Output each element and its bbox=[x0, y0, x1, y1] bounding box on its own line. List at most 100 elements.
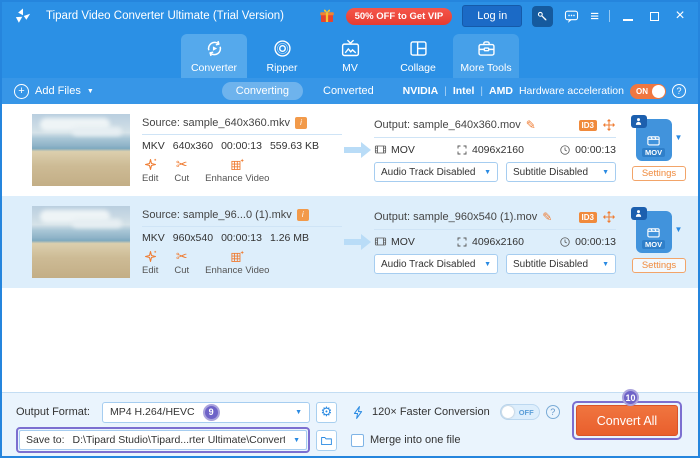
maximize-button[interactable] bbox=[646, 9, 662, 24]
output-format-icon[interactable]: MOV bbox=[636, 119, 672, 161]
folder-icon bbox=[320, 434, 333, 447]
film-clap-icon bbox=[646, 225, 661, 240]
file-list: Source: sample_640x360.mkv i MKV 640x360… bbox=[2, 104, 698, 392]
info-icon[interactable]: i bbox=[297, 209, 309, 221]
vip-offer-badge[interactable]: 50% OFF to Get VIP bbox=[346, 8, 453, 25]
mv-tv-icon bbox=[340, 38, 361, 59]
menu-button[interactable]: ≡ bbox=[590, 8, 599, 25]
rename-pencil-icon[interactable]: ✎ bbox=[526, 118, 536, 132]
audio-track-dropdown[interactable]: Audio Track Disabled ▼ bbox=[374, 254, 498, 274]
add-files-button[interactable]: + Add Files ▼ bbox=[14, 84, 94, 99]
chevron-down-icon[interactable]: ▼ bbox=[675, 133, 683, 142]
tab-converter[interactable]: Converter bbox=[181, 34, 247, 78]
format-badge-icon bbox=[631, 115, 647, 128]
convert-all-button[interactable]: Convert All bbox=[576, 405, 678, 436]
window-title: Tipard Video Converter Ultimate (Trial V… bbox=[46, 10, 284, 22]
tab-converting[interactable]: Converting bbox=[222, 82, 303, 100]
format-badge-label: MOV bbox=[642, 148, 665, 157]
subtitle-dropdown[interactable]: Subtitle Disabled ▼ bbox=[506, 254, 616, 274]
help-icon[interactable]: ? bbox=[672, 84, 686, 98]
tab-mv[interactable]: MV bbox=[317, 34, 383, 78]
login-button[interactable]: Log in bbox=[462, 5, 522, 27]
plus-circle-icon: + bbox=[14, 84, 29, 99]
divider bbox=[374, 137, 616, 138]
merge-checkbox[interactable] bbox=[351, 434, 364, 447]
source-resolution: 960x540 bbox=[173, 232, 213, 244]
output-format-dropdown[interactable]: MP4 H.264/HEVC 9 ▼ bbox=[102, 402, 310, 423]
register-key-button[interactable] bbox=[532, 6, 553, 27]
cut-button[interactable]: ✂ Cut bbox=[174, 157, 189, 184]
profile-settings-button[interactable]: Settings bbox=[632, 166, 686, 181]
right-arrow-icon bbox=[344, 231, 372, 253]
file-row[interactable]: Source: sample_96...0 (1).mkv i MKV 960x… bbox=[2, 196, 698, 288]
format-settings-button[interactable]: ⚙ bbox=[316, 402, 337, 423]
close-button[interactable]: × bbox=[672, 11, 688, 21]
key-icon bbox=[536, 10, 549, 23]
minimize-icon bbox=[623, 19, 633, 21]
chevron-down-icon: ▼ bbox=[596, 169, 609, 176]
format-badge-label: MOV bbox=[642, 240, 665, 249]
edit-button[interactable]: Edit bbox=[142, 249, 158, 276]
scissors-icon: ✂ bbox=[176, 157, 188, 172]
id3-badge[interactable]: ID3 bbox=[579, 120, 597, 131]
output-format: MOV bbox=[391, 144, 415, 156]
output-format-icon[interactable]: MOV bbox=[636, 211, 672, 253]
output-duration: 00:00:13 bbox=[575, 236, 616, 248]
convert-all-annotation: Convert All bbox=[572, 401, 682, 440]
ripper-disc-icon bbox=[272, 38, 293, 59]
rename-pencil-icon[interactable]: ✎ bbox=[542, 210, 552, 224]
enhance-grid-icon bbox=[230, 249, 245, 264]
divider bbox=[374, 229, 616, 230]
move-arrows-icon[interactable] bbox=[602, 210, 616, 224]
tab-converted[interactable]: Converted bbox=[323, 85, 374, 97]
source-size: 1.26 MB bbox=[270, 232, 309, 244]
move-arrows-icon[interactable] bbox=[602, 118, 616, 132]
chevron-down-icon[interactable]: ▼ bbox=[87, 88, 94, 95]
cut-label: Cut bbox=[174, 173, 189, 184]
clock-icon bbox=[559, 236, 571, 248]
audio-track-value: Audio Track Disabled bbox=[381, 259, 476, 270]
amd-logo: AMD bbox=[489, 85, 513, 97]
info-icon[interactable]: i bbox=[295, 117, 307, 129]
cut-button[interactable]: ✂ Cut bbox=[174, 249, 189, 276]
gift-icon bbox=[318, 7, 336, 25]
faster-conversion-toggle[interactable]: OFF bbox=[500, 404, 540, 420]
profile-settings-button[interactable]: Settings bbox=[632, 258, 686, 273]
file-row[interactable]: Source: sample_640x360.mkv i MKV 640x360… bbox=[2, 104, 698, 196]
tab-more-tools-label: More Tools bbox=[460, 62, 511, 74]
toggle-on-label: ON bbox=[636, 87, 648, 96]
output-resolution: 4096x2160 bbox=[472, 236, 524, 248]
tab-ripper[interactable]: Ripper bbox=[249, 34, 315, 78]
film-icon bbox=[374, 235, 387, 248]
edit-button[interactable]: Edit bbox=[142, 157, 158, 184]
enhance-video-button[interactable]: Enhance Video bbox=[205, 157, 269, 184]
divider bbox=[142, 226, 342, 227]
chevron-down-icon[interactable]: ▼ bbox=[675, 225, 683, 234]
open-folder-button[interactable] bbox=[316, 430, 337, 451]
audio-track-dropdown[interactable]: Audio Track Disabled ▼ bbox=[374, 162, 498, 182]
help-icon[interactable]: ? bbox=[546, 405, 560, 419]
audio-track-value: Audio Track Disabled bbox=[381, 167, 476, 178]
source-duration: 00:00:13 bbox=[221, 140, 262, 152]
enhance-video-button[interactable]: Enhance Video bbox=[205, 249, 269, 276]
sub-toolbar: + Add Files ▼ Converting Converted NVIDI… bbox=[2, 78, 698, 104]
source-resolution: 640x360 bbox=[173, 140, 213, 152]
step-9-badge: 9 bbox=[203, 404, 220, 421]
subtitle-dropdown[interactable]: Subtitle Disabled ▼ bbox=[506, 162, 616, 182]
app-logo-icon bbox=[14, 7, 32, 25]
output-duration: 00:00:13 bbox=[575, 144, 616, 156]
step-10-badge: 10 bbox=[622, 389, 639, 406]
output-filename: Output: sample_640x360.mov bbox=[374, 119, 521, 131]
tab-mv-label: MV bbox=[342, 62, 358, 74]
feedback-button[interactable] bbox=[563, 8, 580, 25]
tab-more-tools[interactable]: More Tools bbox=[453, 34, 519, 78]
hardware-acceleration-toggle[interactable]: ON bbox=[630, 84, 666, 99]
toggle-off-label: OFF bbox=[519, 408, 534, 417]
separator: | bbox=[480, 86, 483, 97]
film-icon bbox=[374, 143, 387, 156]
minimize-button[interactable] bbox=[620, 9, 636, 24]
id3-badge[interactable]: ID3 bbox=[579, 212, 597, 223]
tab-collage[interactable]: Collage bbox=[385, 34, 451, 78]
save-to-dropdown[interactable]: Save to: D:\Tipard Studio\Tipard...rter … bbox=[19, 430, 307, 450]
save-to-annotation: Save to: D:\Tipard Studio\Tipard...rter … bbox=[16, 427, 310, 453]
